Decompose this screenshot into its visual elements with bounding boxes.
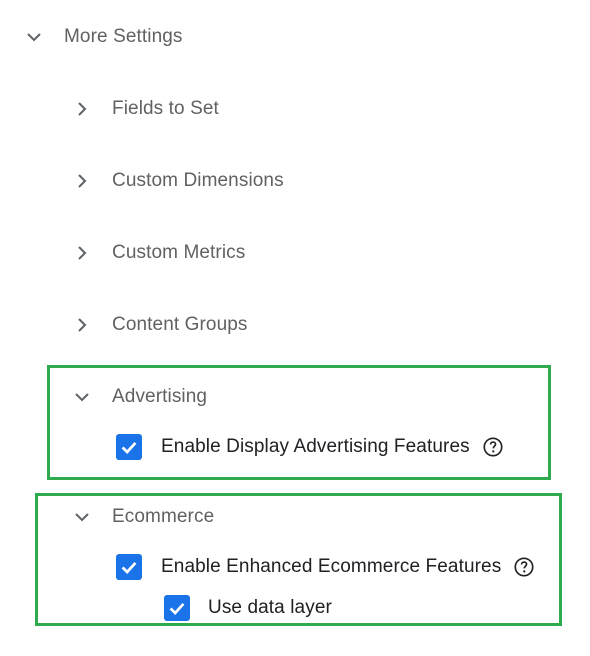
display-advertising-option: Enable Display Advertising Features [116,429,504,465]
help-icon[interactable] [513,556,535,578]
use-data-layer-label: Use data layer [208,597,332,618]
custom-metrics-toggle[interactable]: Custom Metrics [72,235,245,271]
display-advertising-label: Enable Display Advertising Features [161,436,470,457]
fields-to-set-toggle[interactable]: Fields to Set [72,91,219,127]
enhanced-ecommerce-option: Enable Enhanced Ecommerce Features [116,549,535,585]
chevron-down-icon [24,27,44,47]
help-icon[interactable] [482,436,504,458]
advertising-toggle[interactable]: Advertising [72,379,207,415]
display-advertising-checkbox[interactable] [116,434,142,460]
content-groups-toggle[interactable]: Content Groups [72,307,248,343]
more-settings-toggle[interactable]: More Settings [24,19,183,55]
enhanced-ecommerce-checkbox[interactable] [116,554,142,580]
chevron-right-icon [72,243,92,263]
chevron-right-icon [72,99,92,119]
chevron-right-icon [72,315,92,335]
chevron-down-icon [72,387,92,407]
chevron-right-icon [72,171,92,191]
content-groups-label: Content Groups [112,314,248,335]
custom-metrics-label: Custom Metrics [112,242,246,263]
more-settings-label: More Settings [64,26,183,47]
use-data-layer-option: Use data layer [164,590,332,626]
use-data-layer-checkbox[interactable] [164,595,190,621]
custom-dimensions-label: Custom Dimensions [112,170,284,191]
enhanced-ecommerce-label: Enable Enhanced Ecommerce Features [161,556,502,577]
ecommerce-toggle[interactable]: Ecommerce [72,499,214,535]
chevron-down-icon [72,507,92,527]
fields-to-set-label: Fields to Set [112,98,219,119]
custom-dimensions-toggle[interactable]: Custom Dimensions [72,163,284,199]
ecommerce-label: Ecommerce [112,506,215,527]
advertising-label: Advertising [112,386,208,407]
